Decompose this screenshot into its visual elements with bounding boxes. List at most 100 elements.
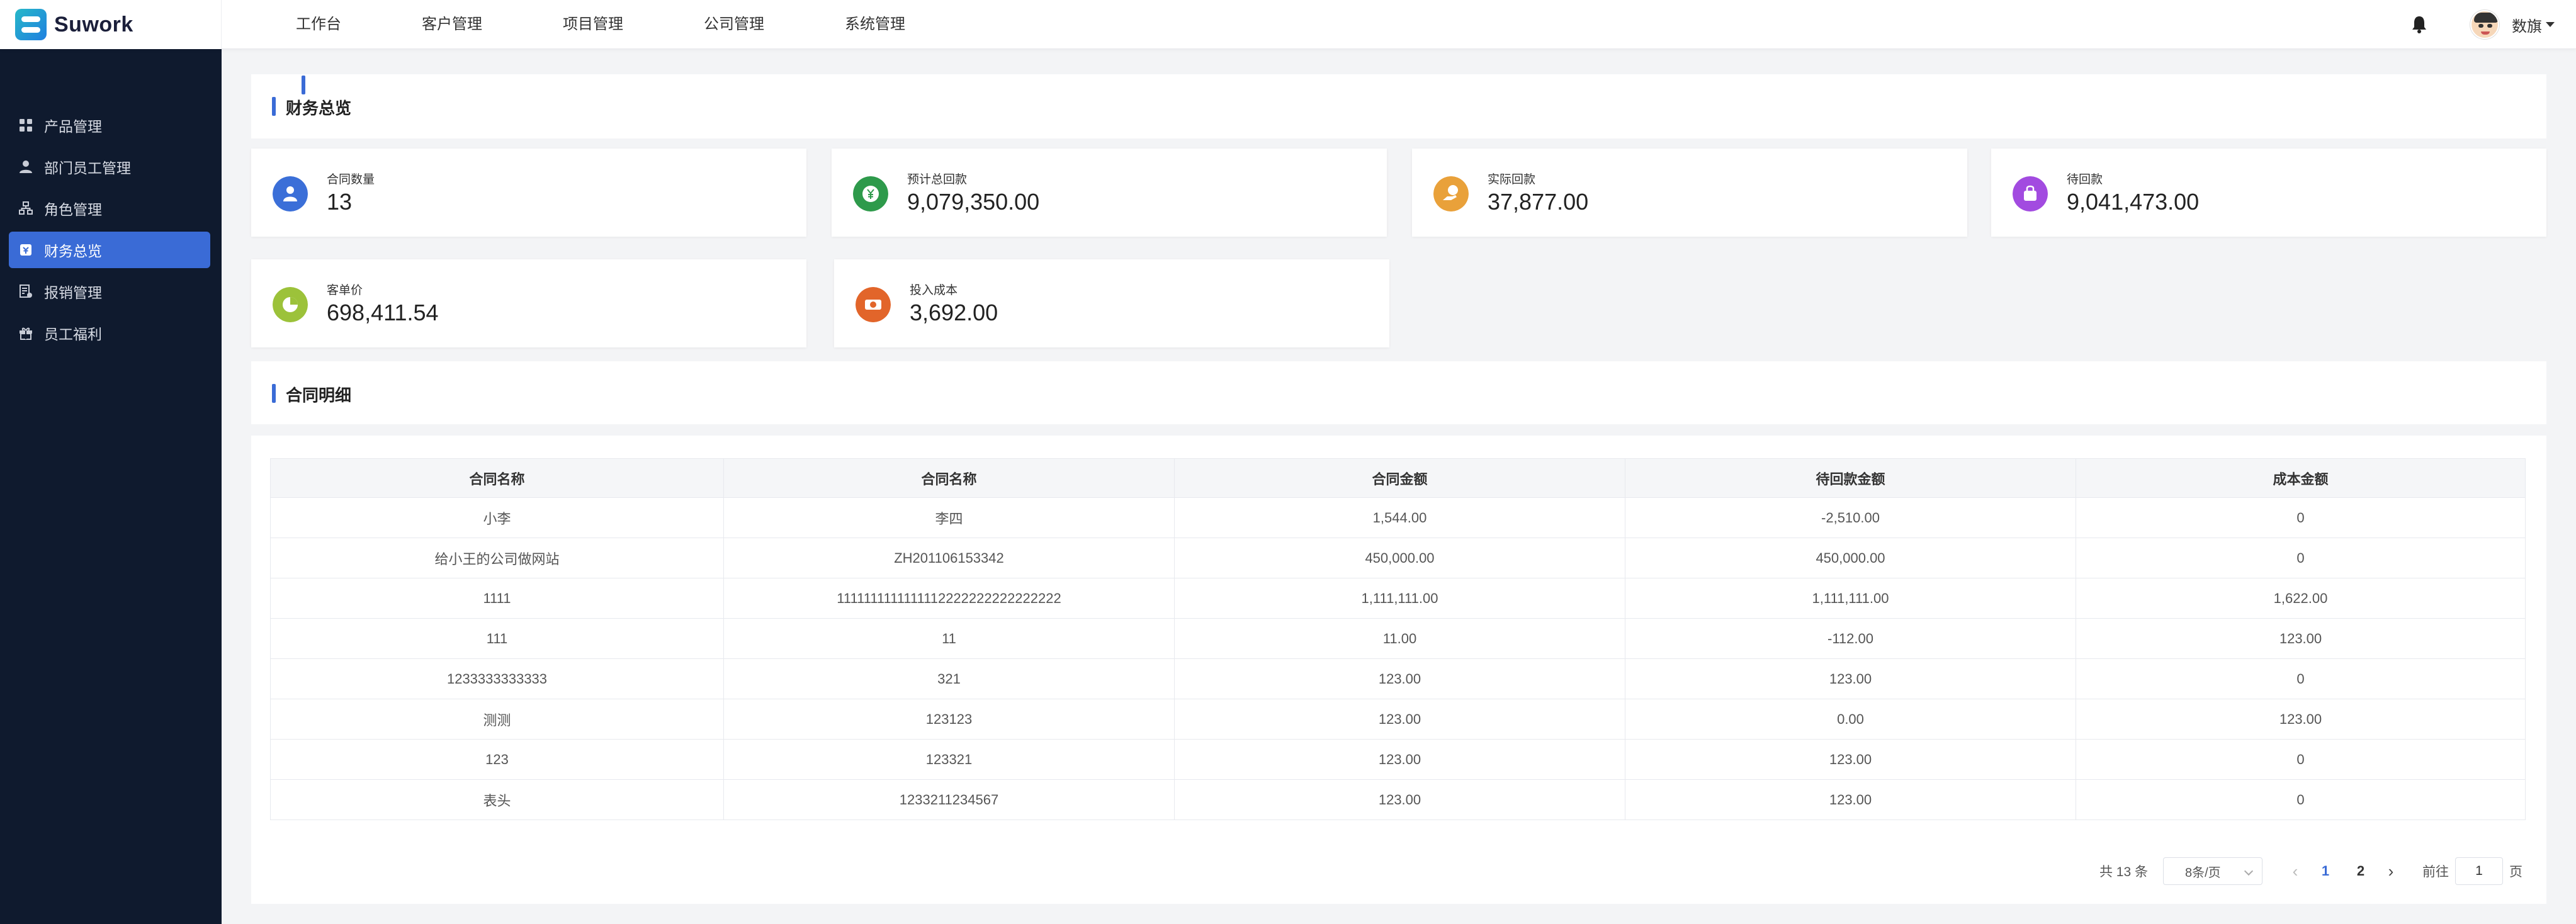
chevron-down-icon[interactable] [2546, 22, 2555, 27]
sidebar-item-label: 财务总览 [44, 243, 102, 259]
gift-icon [20, 327, 32, 340]
page-title: 财务总览 [272, 96, 351, 119]
table-cell: 450,000.00 [1625, 538, 2076, 578]
sidebar-item-welfare[interactable]: 员工福利 [9, 315, 210, 351]
table-row[interactable]: 1111 1111111111111112222222222222222 1,1… [270, 578, 2526, 619]
topnav-item-system[interactable]: 系统管理 [845, 0, 905, 49]
sidebar-item-reimbursement[interactable]: 报销管理 [9, 273, 210, 310]
column-header: 待回款金额 [1625, 458, 2076, 498]
table-cell: 123321 [723, 739, 1175, 780]
table-cell: 0 [2076, 497, 2526, 538]
finance-icon [20, 244, 31, 256]
topnav-item-workbench[interactable]: 工作台 [296, 0, 341, 49]
table-cell: 123123 [723, 699, 1175, 740]
table-cell: 1233211234567 [723, 779, 1175, 820]
table-cell: 123 [270, 739, 724, 780]
sidebar-item-label: 报销管理 [44, 285, 102, 301]
column-header: 成本金额 [2076, 458, 2526, 498]
next-page-icon[interactable]: › [2378, 862, 2404, 881]
table-row[interactable]: 123 123321 123.00 123.00 0 [270, 739, 2526, 780]
table-cell: 1,111,111.00 [1174, 578, 1625, 619]
pagination: 共 13 条 8条/页 ‹ 1 2 › 前往 页 [2099, 857, 2522, 885]
table-cell: 123.00 [1174, 739, 1625, 780]
sidebar: 产品管理 部门员工管理 角色管理 财务总览 报销管理 员工福利 [0, 49, 222, 924]
stat-card-pending-payment: 待回款 9,041,473.00 [1991, 149, 2546, 237]
page-size-value: 8条/页 [2185, 865, 2221, 880]
stat-label: 投入成本 [910, 284, 958, 297]
detail-header [251, 361, 2546, 424]
table-cell: 1111 [270, 578, 724, 619]
top-bar: Suwork 工作台 客户管理 项目管理 公司管理 系统管理 数旗 [0, 0, 2576, 49]
table-cell: 0 [2076, 658, 2526, 699]
stat-label: 客单价 [327, 284, 363, 297]
page-number-1[interactable]: 1 [2308, 863, 2343, 879]
column-header: 合同名称 [270, 458, 724, 498]
table-cell: ZH201106153342 [723, 538, 1175, 578]
money-icon [856, 287, 891, 322]
table-cell: 小李 [270, 497, 724, 538]
table-cell: 1111111111111112222222222222222 [723, 578, 1175, 619]
logo[interactable]: Suwork [0, 0, 222, 49]
table-row[interactable]: 小李 李四 1,544.00 -2,510.00 0 [270, 497, 2526, 538]
table-cell: 测测 [270, 699, 724, 740]
page-size-select[interactable]: 8条/页 [2163, 857, 2262, 885]
sidebar-item-roles[interactable]: 角色管理 [9, 190, 210, 227]
avatar[interactable] [2470, 10, 2499, 39]
sidebar-item-label: 部门员工管理 [44, 160, 131, 176]
table-row[interactable]: 测测 123123 123.00 0.00 123.00 [270, 699, 2526, 740]
main-content: 财务总览 合同数量 13 预计总回款 9,079,350.00 实际回款 37,… [222, 49, 2576, 924]
topnav-item-projects[interactable]: 项目管理 [563, 0, 623, 49]
topnav-item-company[interactable]: 公司管理 [704, 0, 764, 49]
topnav-item-customers[interactable]: 客户管理 [422, 0, 482, 49]
goto-label: 前往 [2422, 865, 2449, 879]
sidebar-item-finance-overview[interactable]: 财务总览 [9, 232, 210, 268]
stat-label: 待回款 [2067, 173, 2103, 186]
table-cell: 450,000.00 [1174, 538, 1625, 578]
stat-value: 3,692.00 [910, 300, 998, 325]
org-chart-icon [19, 201, 33, 215]
table-cell: 321 [723, 658, 1175, 699]
prev-page-icon[interactable]: ‹ [2283, 862, 2308, 881]
column-header: 合同名称 [723, 458, 1175, 498]
person-icon [273, 176, 308, 211]
stat-label: 实际回款 [1488, 173, 1536, 186]
table-cell: 123.00 [2076, 618, 2526, 659]
grid-icon [20, 119, 32, 132]
stat-card-unit-price: 客单价 698,411.54 [251, 259, 806, 347]
table-row[interactable]: 表头 1233211234567 123.00 123.00 0 [270, 779, 2526, 820]
column-header: 合同金额 [1174, 458, 1625, 498]
page-number-2[interactable]: 2 [2343, 863, 2378, 879]
table-cell: 0.00 [1625, 699, 2076, 740]
table-cell: 11 [723, 618, 1175, 659]
logo-icon [15, 9, 47, 40]
table-header-row: 合同名称 合同名称 合同金额 待回款金额 成本金额 [270, 458, 2526, 498]
table-cell: 0 [2076, 538, 2526, 578]
user-icon [20, 161, 32, 173]
table-cell: 给小王的公司做网站 [270, 538, 724, 578]
stat-card-actual-payment: 实际回款 37,877.00 [1412, 149, 1967, 237]
stat-card-investment-cost: 投入成本 3,692.00 [834, 259, 1389, 347]
pie-icon [273, 287, 308, 322]
bell-icon[interactable] [2411, 15, 2427, 34]
stat-label: 合同数量 [327, 173, 375, 186]
sidebar-item-products[interactable]: 产品管理 [9, 107, 210, 144]
table-row[interactable]: 111 11 11.00 -112.00 123.00 [270, 618, 2526, 659]
bag-icon [2013, 176, 2048, 211]
table-row[interactable]: 给小王的公司做网站 ZH201106153342 450,000.00 450,… [270, 538, 2526, 578]
table-row[interactable]: 1233333333333 321 123.00 123.00 0 [270, 658, 2526, 699]
sidebar-item-departments[interactable]: 部门员工管理 [9, 149, 210, 185]
sidebar-item-label: 产品管理 [44, 118, 102, 135]
goto-page-input[interactable] [2455, 857, 2503, 885]
section-title-contract-detail: 合同明细 [272, 383, 351, 406]
page-suffix: 页 [2509, 865, 2522, 879]
username[interactable]: 数旗 [2512, 14, 2542, 36]
table-cell: 1,622.00 [2076, 578, 2526, 619]
contract-table: 合同名称 合同名称 合同金额 待回款金额 成本金额 小李 李四 1,544.00… [270, 458, 2526, 820]
stat-card-expected-payment: 预计总回款 9,079,350.00 [832, 149, 1387, 237]
table-cell: 0 [2076, 739, 2526, 780]
table-cell: 表头 [270, 779, 724, 820]
table-cell: -2,510.00 [1625, 497, 2076, 538]
stat-label: 预计总回款 [907, 173, 968, 186]
table-cell: 123.00 [1625, 739, 2076, 780]
payment-hand-icon [1433, 176, 1469, 211]
